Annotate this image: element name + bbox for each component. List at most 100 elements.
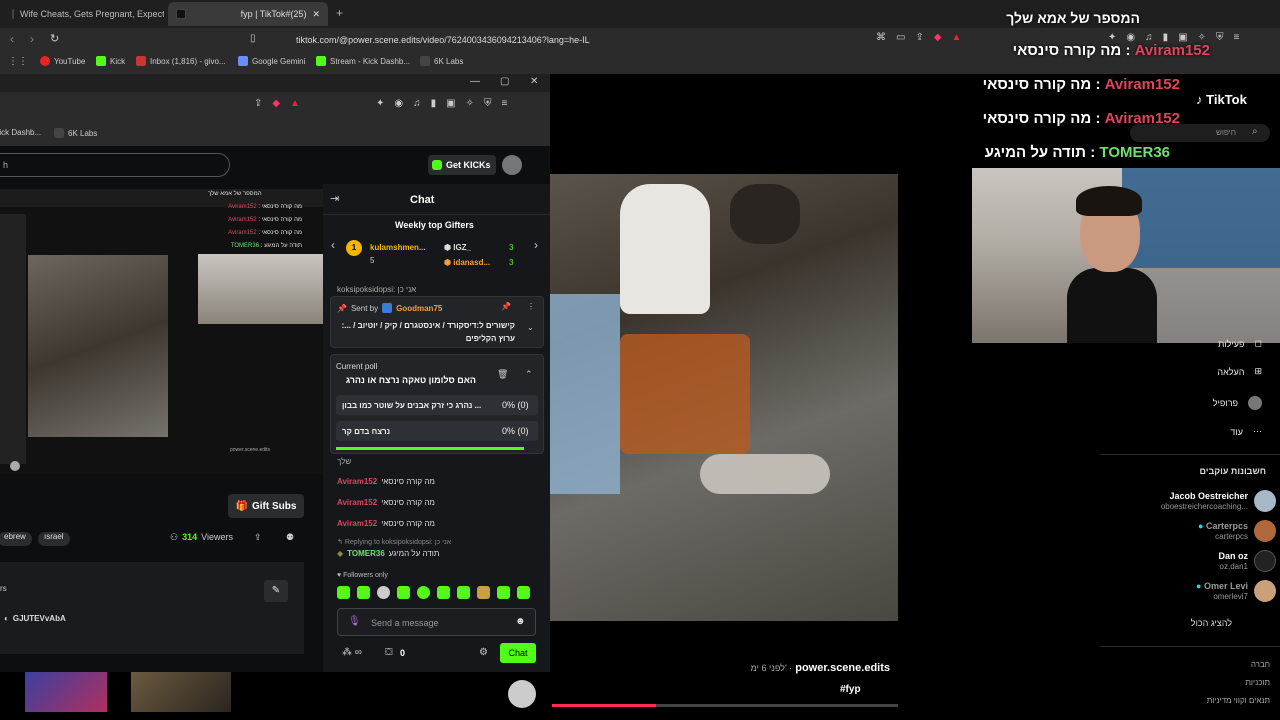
video-hashtag[interactable]: #fyp: [840, 684, 861, 695]
bookmark-icon[interactable]: ▯: [250, 33, 256, 44]
delete-icon[interactable]: 🗑: [497, 369, 508, 380]
chevron-left-icon[interactable]: ‹: [331, 238, 335, 252]
followed-account[interactable]: ● Omer Levi omerlevi7: [1196, 580, 1276, 602]
see-all-link[interactable]: להציג הכול: [1191, 618, 1232, 628]
bookmark-kick-dashboard[interactable]: Kick Dashb...: [0, 128, 41, 137]
chat-send-button[interactable]: Chat: [500, 643, 536, 663]
poll-option[interactable]: נהרג כי זרק אבנים על שוטר כמו בבון ... 0…: [336, 395, 538, 415]
avatar[interactable]: [508, 680, 536, 708]
emote-icon[interactable]: [517, 586, 530, 599]
gifter-name[interactable]: kulamshmen...: [370, 243, 426, 252]
emote-icon[interactable]: [477, 586, 490, 599]
unpin-icon[interactable]: 📌: [501, 302, 511, 311]
tiktok-video[interactable]: [550, 174, 898, 621]
avatar[interactable]: [502, 155, 522, 175]
tiktok-logo[interactable]: ♪ TikTok: [1196, 92, 1247, 107]
extension-icon[interactable]: ✦: [376, 98, 384, 109]
discord-link[interactable]: ◐ GJUTEVvAbA: [4, 614, 66, 623]
chat-input[interactable]: 🎙 Send a message ☻: [337, 608, 536, 636]
search-icon[interactable]: ⌕: [1252, 126, 1258, 137]
search-input[interactable]: h: [0, 153, 230, 177]
bookmark-inbox[interactable]: Inbox (1,816) - givo...: [136, 56, 226, 66]
bookmark-6klabs[interactable]: 6K Labs: [420, 56, 463, 66]
emoji-icon[interactable]: ☻: [515, 616, 526, 627]
points-icon[interactable]: ⁂ ∞: [342, 647, 362, 658]
kick-browser-window: — ▢ ✕ ⇪ ◆ ▲ ✦ ◉ ♫ ▮ ▣ ✧ ⛨ ≡ Kick Dashb..…: [0, 74, 550, 672]
wallet-icon[interactable]: ▣: [446, 98, 455, 109]
nav-upload[interactable]: העלאה ⊞: [1217, 366, 1262, 377]
tab-fyp[interactable]: fyp | TikTok#(25) ✕: [168, 2, 328, 26]
follow-icon[interactable]: ⚉: [286, 532, 294, 543]
bookmark-kick[interactable]: Kick: [96, 56, 125, 66]
tab-wife-cheats[interactable]: Wife Cheats, Gets Pregnant, Expects: [4, 2, 164, 26]
music-icon[interactable]: ♫: [413, 98, 421, 109]
back-icon[interactable]: ‹: [10, 32, 14, 46]
followed-account[interactable]: Dan oz oz.dan1: [1218, 550, 1276, 572]
emote-icon[interactable]: [417, 586, 430, 599]
screen-icon[interactable]: ▭: [896, 32, 905, 43]
bookmark-6klabs[interactable]: 6K Labs: [54, 128, 97, 138]
maximize-icon[interactable]: ▢: [500, 76, 509, 87]
tag-israel[interactable]: ısrael: [38, 532, 70, 546]
emote-icon[interactable]: [497, 586, 510, 599]
followed-account[interactable]: Jacob Oestreicher oboestreichercoaching..…: [1161, 490, 1276, 512]
footer-link[interactable]: תנאים וקווי מדיניות: [1207, 696, 1270, 705]
video-author[interactable]: power.scene.edits: [795, 662, 890, 674]
footer-link[interactable]: תוכניות: [1245, 678, 1270, 687]
minimize-icon[interactable]: —: [470, 76, 480, 87]
thumbnail-image[interactable]: [25, 672, 107, 712]
tag-hebrew[interactable]: ebrew: [0, 532, 32, 546]
chevron-up-icon[interactable]: ⌃: [525, 369, 533, 380]
gift-icon[interactable]: ⛋: [385, 647, 393, 658]
brave-shield-icon[interactable]: ◆: [272, 98, 280, 109]
share-icon[interactable]: ⇪: [915, 32, 923, 43]
brave-rewards-icon[interactable]: ▲: [952, 32, 962, 43]
translate-icon[interactable]: ⌘: [876, 32, 886, 43]
search-input[interactable]: חיפוש ⌕: [1130, 124, 1270, 142]
bookmark-gemini[interactable]: Google Gemini: [238, 56, 305, 66]
leo-icon[interactable]: ✧: [466, 98, 474, 109]
get-kicks-button[interactable]: Get KICKs: [428, 155, 496, 175]
menu-icon[interactable]: ≡: [501, 98, 507, 109]
collapse-chat-icon[interactable]: ⇥: [330, 192, 339, 205]
gifter-name[interactable]: ⬢ IGZ_: [444, 243, 471, 252]
emote-icon[interactable]: [377, 586, 390, 599]
edit-icon[interactable]: ✎: [264, 580, 288, 602]
followed-account[interactable]: ● Carterpcs carterpcs: [1198, 520, 1276, 542]
share-icon[interactable]: ⇪: [254, 532, 262, 543]
chevron-right-icon[interactable]: ›: [534, 238, 538, 252]
more-icon[interactable]: ⋮: [527, 302, 535, 311]
mic-icon[interactable]: 🎙: [348, 616, 361, 627]
close-icon[interactable]: ✕: [312, 9, 320, 20]
reload-icon[interactable]: ↻: [50, 32, 59, 45]
nav-more[interactable]: עוד ⋯: [1230, 426, 1262, 437]
nav-activity[interactable]: פעילות ◻: [1218, 338, 1262, 349]
apps-icon[interactable]: ⋮⋮: [8, 56, 28, 67]
camera-icon[interactable]: ◉: [394, 98, 403, 109]
url-field[interactable]: tiktok.com/@power.scene.edits/video/7624…: [268, 31, 968, 49]
emote-icon[interactable]: [437, 586, 450, 599]
gifter-name[interactable]: ⬢ idanasd...: [444, 258, 490, 267]
sidebar-icon[interactable]: ▮: [431, 98, 437, 109]
bookmark-youtube[interactable]: YouTube: [40, 56, 85, 66]
gift-subs-button[interactable]: 🎁 Gift Subs: [228, 494, 304, 518]
emote-icon[interactable]: [397, 586, 410, 599]
thumbnail-image[interactable]: [131, 672, 231, 712]
emote-icon[interactable]: [457, 586, 470, 599]
footer-link[interactable]: חברה: [1251, 660, 1270, 669]
brave-shield-icon[interactable]: ◆: [934, 32, 942, 43]
gear-icon[interactable]: ⚙: [479, 647, 488, 658]
bookmark-kick-dashboard[interactable]: Stream - Kick Dashb...: [316, 56, 410, 66]
nav-profile[interactable]: פרופיל: [1213, 396, 1262, 410]
video-progress[interactable]: [552, 704, 898, 707]
emote-icon[interactable]: [337, 586, 350, 599]
new-tab-icon[interactable]: +: [336, 6, 343, 20]
forward-icon[interactable]: ›: [30, 32, 34, 46]
vpn-icon[interactable]: ⛨: [484, 98, 492, 109]
poll-option[interactable]: נרצח בדם קר 0% (0): [336, 421, 538, 441]
share-icon[interactable]: ⇪: [254, 98, 262, 109]
brave-rewards-icon[interactable]: ▲: [290, 98, 300, 109]
chevron-down-icon[interactable]: ⌄: [527, 323, 534, 332]
emote-icon[interactable]: [357, 586, 370, 599]
close-icon[interactable]: ✕: [530, 76, 538, 87]
